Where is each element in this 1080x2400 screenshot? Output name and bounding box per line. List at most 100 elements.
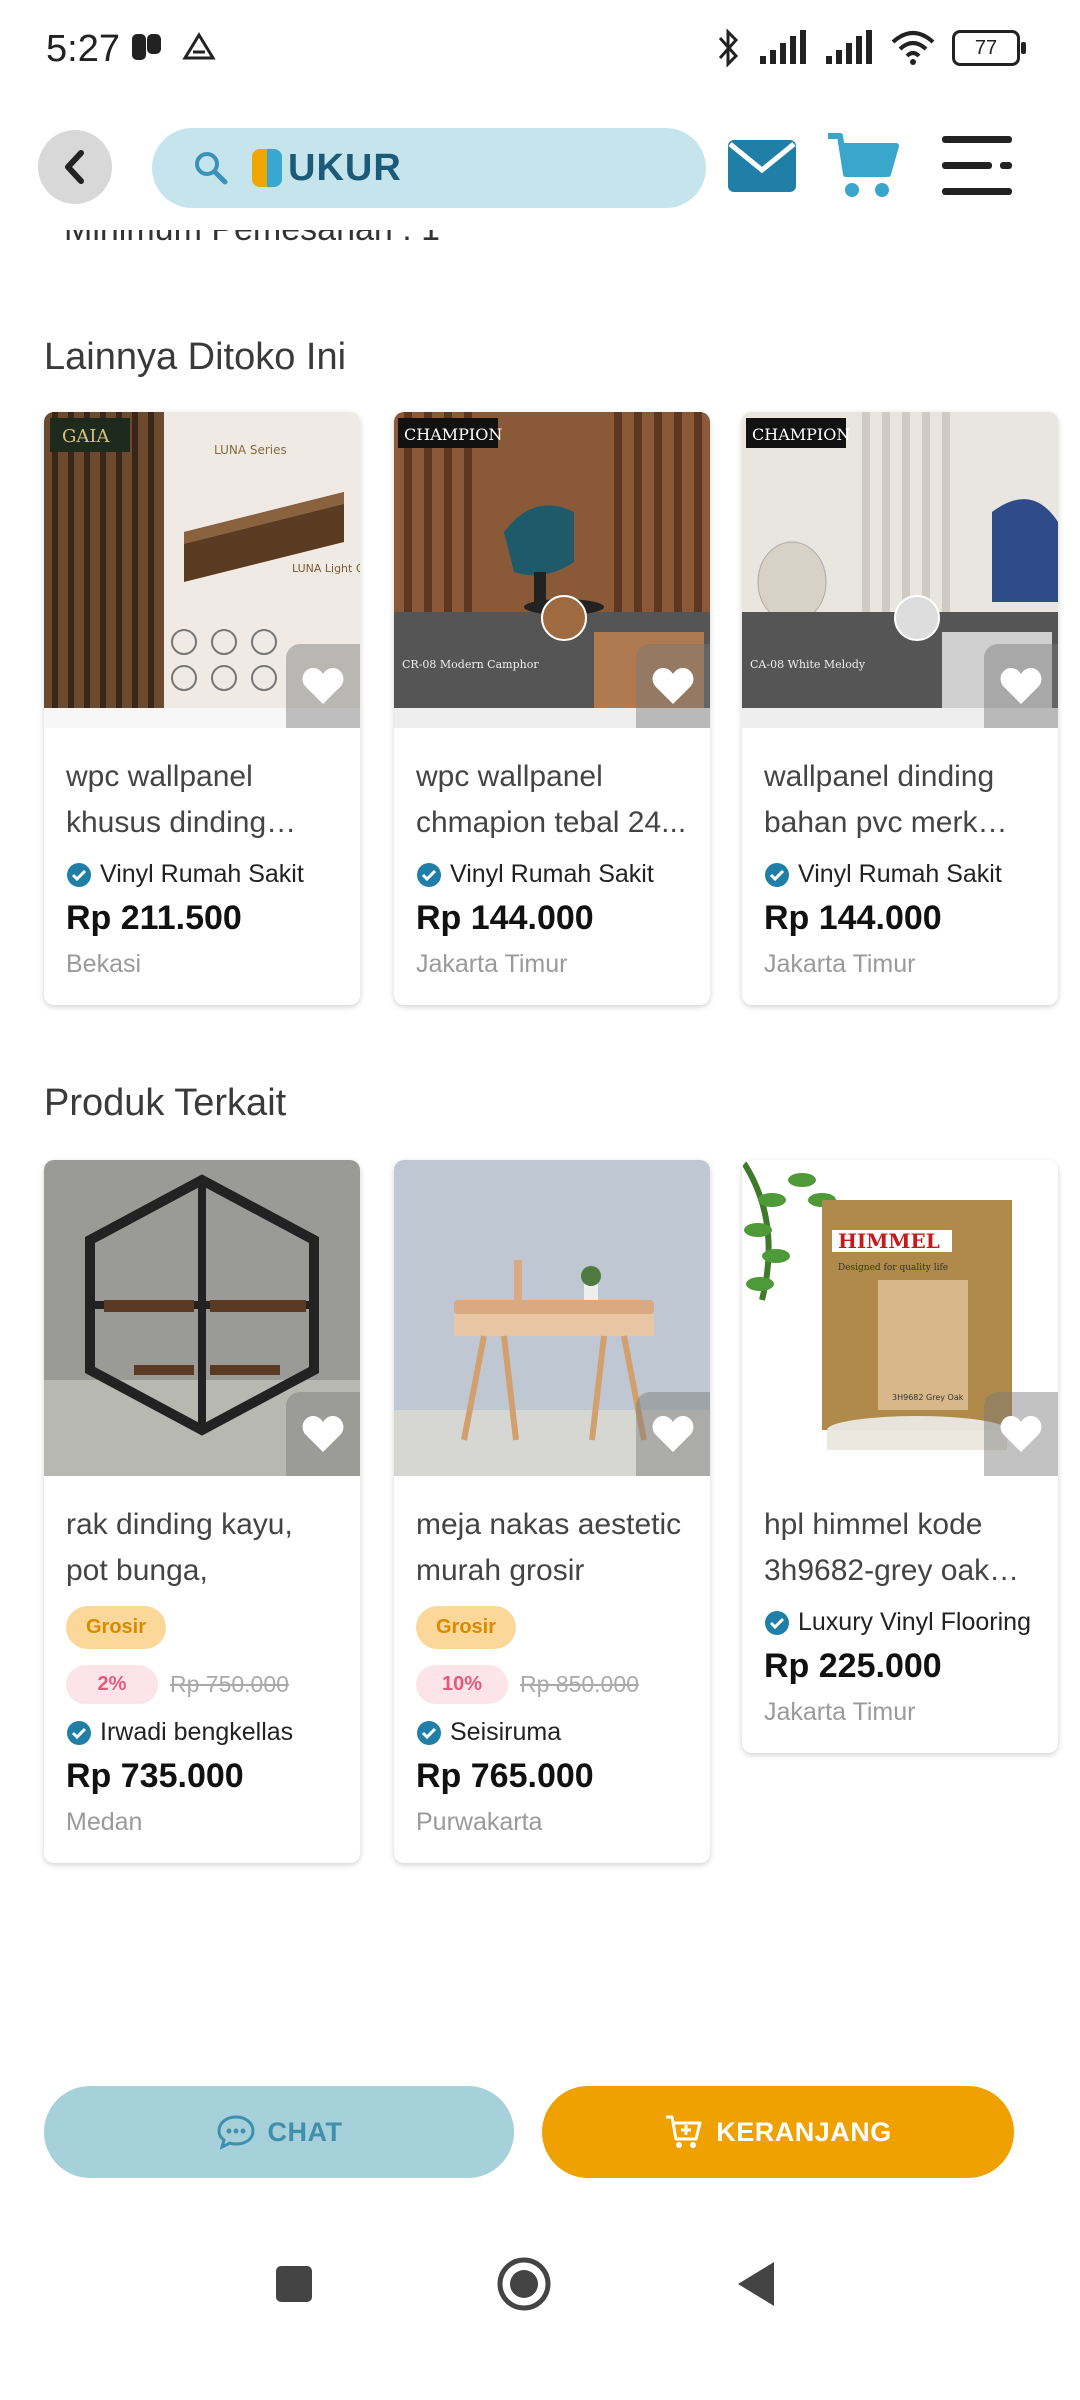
seller-name: Seisiruma [450,1718,562,1746]
product-title: hpl himmel kode 3h9682-grey oak te... [764,1508,990,1587]
discount-badge: 10% [416,1665,508,1704]
wishlist-button[interactable] [286,1392,360,1476]
verified-icon [67,862,91,887]
product-image [44,1160,360,1476]
status-time: 5:27 [46,28,120,70]
seller-name: Irwadi bengkellas [100,1718,294,1746]
seller-name: Luxury Vinyl Flooring [798,1608,1031,1636]
menu-icon[interactable] [940,132,1016,200]
product-image: GAIA LUNA Series LUNA Light Oak [44,412,360,728]
image-tagline-text: Designed for quality life [838,1263,948,1273]
seller-row: Luxury Vinyl Flooring [764,1608,1036,1637]
image-brand-text: CHAMPION [404,425,502,444]
cart-icon[interactable] [826,130,902,202]
heart-icon [1000,1416,1042,1452]
product-title: wallpanel dinding bahan pvc merk ch... [764,760,995,839]
wifi-icon [891,31,935,65]
product-card[interactable]: CHAMPION CR-08 Modern Camphor wpc wallpa… [394,412,710,1005]
search-bar[interactable]: UKUR [152,128,706,208]
battery-indicator: 77 [952,30,1026,66]
wishlist-button[interactable] [286,644,360,728]
original-price: Rp 750.000 [170,1671,289,1697]
heart-icon [1000,668,1042,704]
verified-icon [67,1720,91,1745]
product-card[interactable]: HIMMEL Designed for quality life 3H9682 … [742,1160,1058,1753]
add-to-cart-button[interactable]: KERANJANG [542,2086,1014,2178]
product-image: CHAMPION CA-08 White Melody [742,412,1058,728]
signal-icon-2 [826,30,872,64]
back-nav-icon[interactable] [736,2260,776,2308]
chat-button-label: CHAT [267,2116,343,2147]
product-price: Rp 225.000 [764,1647,942,1685]
logo-text: UKUR [288,146,402,189]
search-icon [195,152,228,185]
wholesale-badge: Grosir [66,1606,167,1649]
chevron-left-icon [65,150,84,184]
image-caption-text: CA-08 White Melody [750,658,866,671]
product-location: Purwakarta [416,1808,543,1836]
product-price: Rp 765.000 [416,1757,594,1795]
product-card[interactable]: meja nakas aestetic murah grosir Grosir … [394,1160,710,1863]
heart-icon [652,668,694,704]
wishlist-button[interactable] [636,644,710,728]
seller-row: Vinyl Rumah Sakit [66,860,338,889]
seller-row: Irwadi bengkellas [66,1718,338,1747]
discount-row: 10% Rp 850.000 [416,1665,688,1704]
product-location: Jakarta Timur [764,1698,916,1726]
app-notification-icon [132,34,161,60]
system-nav-bar [0,2240,1080,2360]
product-card[interactable]: rak dinding kayu, pot bunga, Grosir 2% R… [44,1160,360,1863]
image-brand-text: HIMMEL [838,1229,940,1253]
seller-name: Vinyl Rumah Sakit [798,860,1002,888]
cart-add-icon [666,2115,702,2148]
seller-name: Vinyl Rumah Sakit [100,860,304,888]
seller-row: Vinyl Rumah Sakit [416,860,688,889]
seller-row: Vinyl Rumah Sakit [764,860,1036,889]
product-title: rak dinding kayu, pot bunga, [66,1508,293,1587]
chat-button[interactable]: CHAT [44,2086,514,2178]
product-title: meja nakas aestetic murah grosir [416,1508,682,1587]
product-price: Rp 211.500 [66,899,242,937]
chat-bubble-icon [216,2115,255,2150]
seller-name: Vinyl Rumah Sakit [450,860,654,888]
product-price: Rp 735.000 [66,1757,244,1795]
section-title-store: Lainnya Ditoko Ini [44,336,347,378]
status-right-icons: 77 [716,28,1026,68]
wishlist-button[interactable] [984,1392,1058,1476]
top-app-bar: UKUR [0,110,1080,230]
product-location: Medan [66,1808,143,1836]
product-location: Jakarta Timur [416,950,568,978]
product-title: wpc wallpanel chmapion tebal 24... [416,760,687,839]
discount-badge: 2% [66,1665,158,1704]
heart-icon [652,1416,694,1452]
recents-icon[interactable] [274,2264,314,2304]
brand-logo: UKUR [252,147,402,190]
product-card[interactable]: CHAMPION CA-08 White Melody wallpanel di… [742,412,1058,1005]
section-title-related: Produk Terkait [44,1082,287,1124]
verified-icon [417,862,441,887]
wishlist-button[interactable] [984,644,1058,728]
mail-icon[interactable] [726,134,798,196]
product-image: HIMMEL Designed for quality life 3H9682 … [742,1160,1058,1476]
product-card[interactable]: GAIA LUNA Series LUNA Light Oak wpc wall… [44,412,360,1005]
signal-icon [760,30,806,64]
product-image: CHAMPION CR-08 Modern Camphor [394,412,710,728]
home-icon[interactable] [496,2256,552,2312]
seller-row: Seisiruma [416,1718,688,1747]
image-caption-text: CR-08 Modern Camphor [402,658,539,671]
wishlist-button[interactable] [636,1392,710,1476]
bluetooth-icon [718,28,739,68]
image-brand-text: GAIA [62,426,110,447]
add-to-cart-label: KERANJANG [716,2116,892,2147]
status-left-icons [130,30,216,64]
image-caption-text: LUNA Light Oak [292,562,360,575]
original-price: Rp 850.000 [520,1671,639,1697]
logo-mark [252,149,282,187]
image-brand-text: CHAMPION [752,425,850,444]
back-button[interactable] [38,130,112,204]
status-bar: 5:27 77 [0,0,1080,100]
product-price: Rp 144.000 [764,899,942,937]
product-title: wpc wallpanel khusus dinding ind... [66,760,267,839]
verified-icon [417,1720,441,1745]
drive-icon [182,32,216,60]
